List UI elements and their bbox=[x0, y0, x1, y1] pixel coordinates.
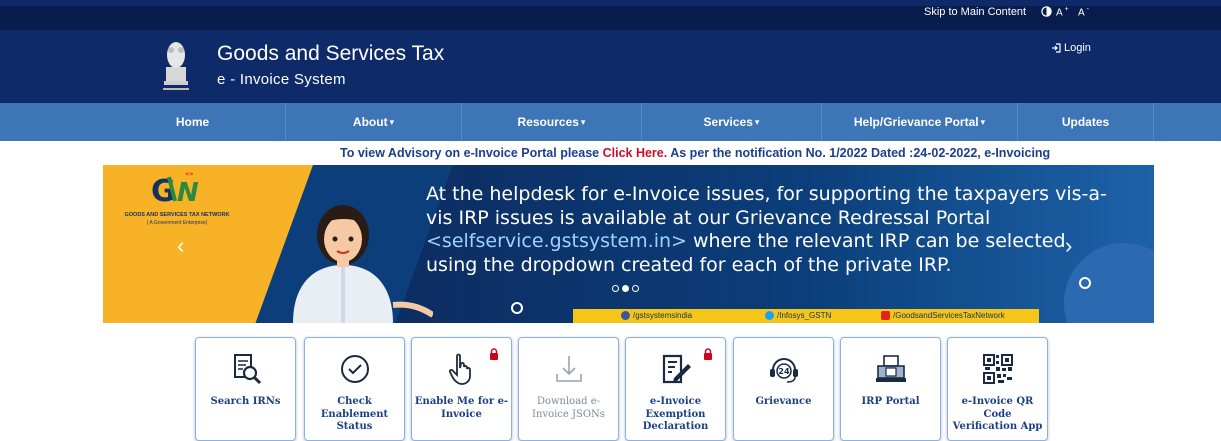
advisory-click-here-link[interactable]: Click Here. bbox=[603, 146, 668, 160]
svg-text:24: 24 bbox=[778, 367, 790, 376]
tile-label: e-Invoice Exemption Declaration bbox=[642, 396, 709, 432]
tile-label: IRP Portal bbox=[861, 396, 920, 407]
nav-resources[interactable]: Resources ▾ bbox=[462, 103, 642, 141]
carousel-dot[interactable] bbox=[612, 285, 619, 292]
login-icon bbox=[1052, 43, 1061, 53]
chevron-down-icon: ▾ bbox=[754, 116, 760, 127]
nav-updates[interactable]: Updates bbox=[1018, 103, 1154, 141]
lock-icon bbox=[490, 348, 498, 360]
contrast-icon[interactable] bbox=[1041, 6, 1052, 17]
carousel-indicators bbox=[612, 285, 639, 292]
tile-qr-verification-app[interactable]: e-Invoice QR Code Verification App bbox=[947, 337, 1048, 441]
nav-help-grievance[interactable]: Help/Grievance Portal ▾ bbox=[822, 103, 1018, 141]
hand-pointer-icon bbox=[448, 353, 471, 385]
youtube-link[interactable]: /GoodsandServicesTaxNetwork bbox=[881, 311, 1005, 320]
chevron-down-icon: ▾ bbox=[980, 116, 986, 127]
tile-label: Download e-Invoice JSONs bbox=[532, 396, 605, 420]
gstn-logo: G N «» bbox=[151, 170, 199, 207]
svg-text:«»: «» bbox=[185, 170, 194, 178]
skip-to-main-link[interactable]: Skip to Main Content bbox=[924, 6, 1026, 18]
gstn-org-name: GOODS AND SERVICES TAX NETWORK bbox=[124, 212, 230, 218]
selfservice-link[interactable]: <selfservice.gstsystem.in> bbox=[426, 230, 687, 252]
twitter-icon bbox=[765, 311, 774, 320]
login-link[interactable]: Login bbox=[1051, 42, 1091, 54]
tile-label: Enable Me for e-Invoice bbox=[414, 396, 509, 420]
facebook-icon bbox=[621, 311, 630, 320]
national-emblem-icon bbox=[163, 42, 189, 90]
service-tiles: Search IRNs Check Enablement Status Enab… bbox=[195, 337, 1050, 441]
site-title: Goods and Services Tax bbox=[217, 42, 445, 65]
main-navbar: Home About ▾ Resources ▾ Services ▾ Help/Gr… bbox=[0, 103, 1221, 141]
chevron-down-icon: ▾ bbox=[389, 116, 395, 127]
login-label: Login bbox=[1064, 42, 1091, 54]
tile-exemption-declaration[interactable]: e-Invoice Exemption Declaration bbox=[625, 337, 726, 441]
carousel-dot[interactable] bbox=[632, 285, 639, 292]
nav-home[interactable]: Home bbox=[100, 103, 286, 141]
carousel-dot-active[interactable] bbox=[622, 285, 629, 292]
edit-document-icon bbox=[662, 354, 691, 384]
advisory-ticker: To view Advisory on e-Invoice Portal ple… bbox=[340, 146, 1051, 160]
tile-enable-me[interactable]: Enable Me for e-Invoice bbox=[411, 337, 512, 441]
portal-computer-icon bbox=[875, 355, 906, 382]
gstn-org-sub: ( A Government Enterprise) bbox=[146, 220, 208, 226]
nav-about[interactable]: About ▾ bbox=[286, 103, 462, 141]
facebook-link[interactable]: /gstsystemsindia bbox=[621, 311, 692, 320]
download-icon bbox=[555, 356, 582, 382]
tile-search-irns[interactable]: Search IRNs bbox=[195, 337, 296, 441]
banner-message: At the helpdesk for e-Invoice issues, fo… bbox=[426, 183, 1107, 276]
nav-services[interactable]: Services ▾ bbox=[642, 103, 822, 141]
social-links-strip: /gstsystemsindia /Infosys_GSTN /Goodsand… bbox=[573, 309, 1039, 323]
accessibility-bar bbox=[0, 6, 1221, 30]
tile-label: Grievance bbox=[755, 396, 812, 407]
tile-check-enablement[interactable]: Check Enablement Status bbox=[304, 337, 405, 441]
chevron-down-icon: ▾ bbox=[580, 116, 586, 127]
tile-irp-portal[interactable]: IRP Portal bbox=[840, 337, 941, 441]
tile-download-jsons[interactable]: Download e-Invoice JSONs bbox=[518, 337, 619, 441]
font-decrease-button[interactable]: A- bbox=[1078, 6, 1089, 18]
svg-text:N: N bbox=[177, 178, 199, 207]
search-document-icon bbox=[233, 354, 261, 385]
tile-label: Check Enablement Status bbox=[320, 396, 389, 432]
site-subtitle: e - Invoice System bbox=[217, 71, 346, 88]
page: Skip to Main Content A + A- Goods and Ser… bbox=[0, 0, 1221, 441]
decor-ring bbox=[511, 302, 523, 314]
lock-icon bbox=[704, 348, 712, 360]
tile-label: Search IRNs bbox=[210, 396, 281, 407]
youtube-icon bbox=[881, 311, 890, 320]
support-24-icon: 24 bbox=[769, 358, 798, 383]
site-header: Skip to Main Content A + A- Goods and Ser… bbox=[0, 0, 1221, 103]
hero-carousel: G N «» GOODS AND SERVICES TAX NETWORK ( … bbox=[103, 165, 1154, 323]
decor-ring bbox=[1079, 277, 1091, 289]
qr-code-icon bbox=[982, 354, 1013, 384]
carousel-prev-button[interactable]: ‹ bbox=[177, 233, 184, 259]
check-circle-icon bbox=[340, 355, 369, 383]
tile-label: e-Invoice QR Code Verification App bbox=[952, 396, 1043, 432]
twitter-link[interactable]: /Infosys_GSTN bbox=[765, 311, 831, 320]
helpdesk-woman-illustration bbox=[293, 205, 433, 323]
font-increase-button[interactable]: A + bbox=[1056, 6, 1069, 18]
tile-grievance[interactable]: 24 Grievance bbox=[733, 337, 834, 441]
